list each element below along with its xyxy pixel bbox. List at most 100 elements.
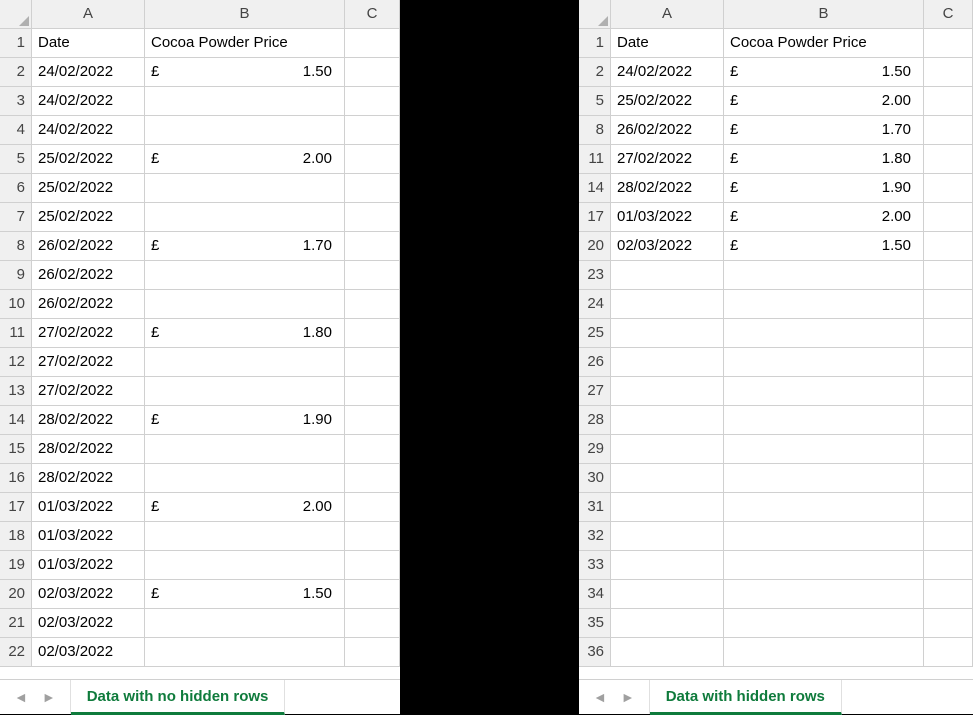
cell-empty[interactable]: [924, 319, 973, 348]
cell-price[interactable]: [145, 203, 345, 232]
row-header[interactable]: 17: [0, 493, 32, 522]
cell-empty[interactable]: [924, 435, 973, 464]
row-header[interactable]: 27: [579, 377, 611, 406]
cell-empty[interactable]: [345, 348, 400, 377]
row-header[interactable]: 11: [579, 145, 611, 174]
cell-empty[interactable]: [345, 174, 400, 203]
cell-empty[interactable]: [345, 290, 400, 319]
cell-price[interactable]: [145, 551, 345, 580]
cell-date[interactable]: 24/02/2022: [32, 87, 145, 116]
cell-price[interactable]: £1.80: [724, 145, 924, 174]
select-all-corner[interactable]: [0, 0, 32, 29]
cell-price[interactable]: [724, 377, 924, 406]
cell-empty[interactable]: [924, 87, 973, 116]
cell-price[interactable]: £1.50: [145, 58, 345, 87]
cell-empty[interactable]: [345, 203, 400, 232]
col-header-A[interactable]: A: [32, 0, 145, 29]
cell-empty[interactable]: [924, 145, 973, 174]
cell-empty[interactable]: [924, 464, 973, 493]
cell-date[interactable]: [611, 464, 724, 493]
sheet-nav-next-icon[interactable]: ►: [621, 689, 635, 705]
cell-date[interactable]: [611, 406, 724, 435]
cell-empty[interactable]: [924, 377, 973, 406]
cell-price[interactable]: [724, 638, 924, 667]
cell-empty[interactable]: [345, 493, 400, 522]
row-header[interactable]: 2: [579, 58, 611, 87]
row-header[interactable]: 8: [579, 116, 611, 145]
cell-price[interactable]: [145, 174, 345, 203]
cell-price[interactable]: [145, 348, 345, 377]
cell-price[interactable]: £1.70: [145, 232, 345, 261]
cell-empty[interactable]: [345, 406, 400, 435]
cell-header-price[interactable]: Cocoa Powder Price: [145, 29, 345, 58]
cell-empty[interactable]: [345, 232, 400, 261]
sheet-nav-prev-icon[interactable]: ◄: [593, 689, 607, 705]
cell-date[interactable]: 25/02/2022: [32, 145, 145, 174]
cell-price[interactable]: £1.50: [724, 58, 924, 87]
cell-price[interactable]: [145, 435, 345, 464]
cell-price[interactable]: £1.50: [724, 232, 924, 261]
row-header[interactable]: 4: [0, 116, 32, 145]
spreadsheet-grid[interactable]: ABC1DateCocoa Powder Price224/02/2022£1.…: [579, 0, 973, 667]
cell-date[interactable]: [611, 435, 724, 464]
cell-price[interactable]: [145, 116, 345, 145]
col-header-C[interactable]: C: [924, 0, 973, 29]
cell-date[interactable]: 02/03/2022: [611, 232, 724, 261]
cell-price[interactable]: [724, 609, 924, 638]
row-header[interactable]: 29: [579, 435, 611, 464]
row-header[interactable]: 20: [0, 580, 32, 609]
row-header[interactable]: 24: [579, 290, 611, 319]
row-header[interactable]: 5: [0, 145, 32, 174]
cell-date[interactable]: 26/02/2022: [611, 116, 724, 145]
row-header[interactable]: 9: [0, 261, 32, 290]
sheet-tab-active[interactable]: Data with no hidden rows: [71, 680, 286, 715]
cell-date[interactable]: Date: [32, 29, 145, 58]
cell-empty[interactable]: [345, 377, 400, 406]
row-header[interactable]: 34: [579, 580, 611, 609]
row-header[interactable]: 26: [579, 348, 611, 377]
cell-empty[interactable]: [345, 87, 400, 116]
cell-empty[interactable]: [345, 116, 400, 145]
cell-date[interactable]: [611, 609, 724, 638]
cell-price[interactable]: [145, 522, 345, 551]
cell-empty[interactable]: [924, 609, 973, 638]
row-header[interactable]: 15: [0, 435, 32, 464]
row-header[interactable]: 17: [579, 203, 611, 232]
cell-date[interactable]: 01/03/2022: [32, 522, 145, 551]
cell-date[interactable]: 26/02/2022: [32, 261, 145, 290]
row-header[interactable]: 22: [0, 638, 32, 667]
cell-date[interactable]: [611, 580, 724, 609]
cell-price[interactable]: [724, 261, 924, 290]
cell-date[interactable]: 28/02/2022: [32, 406, 145, 435]
sheet-nav-prev-icon[interactable]: ◄: [14, 689, 28, 705]
cell-empty[interactable]: [345, 522, 400, 551]
cell-empty[interactable]: [924, 261, 973, 290]
cell-empty[interactable]: [924, 580, 973, 609]
row-header[interactable]: 36: [579, 638, 611, 667]
cell-date[interactable]: [611, 493, 724, 522]
cell-price[interactable]: [724, 319, 924, 348]
cell-price[interactable]: £2.00: [145, 493, 345, 522]
cell-date[interactable]: 26/02/2022: [32, 232, 145, 261]
cell-date[interactable]: [611, 319, 724, 348]
row-header[interactable]: 10: [0, 290, 32, 319]
cell-empty[interactable]: [345, 58, 400, 87]
row-header[interactable]: 13: [0, 377, 32, 406]
sheet-nav-next-icon[interactable]: ►: [42, 689, 56, 705]
row-header[interactable]: 7: [0, 203, 32, 232]
cell-price[interactable]: [145, 609, 345, 638]
cell-date[interactable]: [611, 551, 724, 580]
row-header[interactable]: 20: [579, 232, 611, 261]
cell-date[interactable]: [611, 348, 724, 377]
row-header[interactable]: 2: [0, 58, 32, 87]
col-header-B[interactable]: B: [724, 0, 924, 29]
cell-empty[interactable]: [345, 464, 400, 493]
cell-price[interactable]: £1.50: [145, 580, 345, 609]
spreadsheet-grid[interactable]: ABC1DateCocoa Powder Price224/02/2022£1.…: [0, 0, 400, 667]
row-header[interactable]: 11: [0, 319, 32, 348]
cell-date[interactable]: 27/02/2022: [611, 145, 724, 174]
cell-empty[interactable]: [924, 174, 973, 203]
cell-date[interactable]: 28/02/2022: [611, 174, 724, 203]
select-all-corner[interactable]: [579, 0, 611, 29]
cell-date[interactable]: [611, 522, 724, 551]
